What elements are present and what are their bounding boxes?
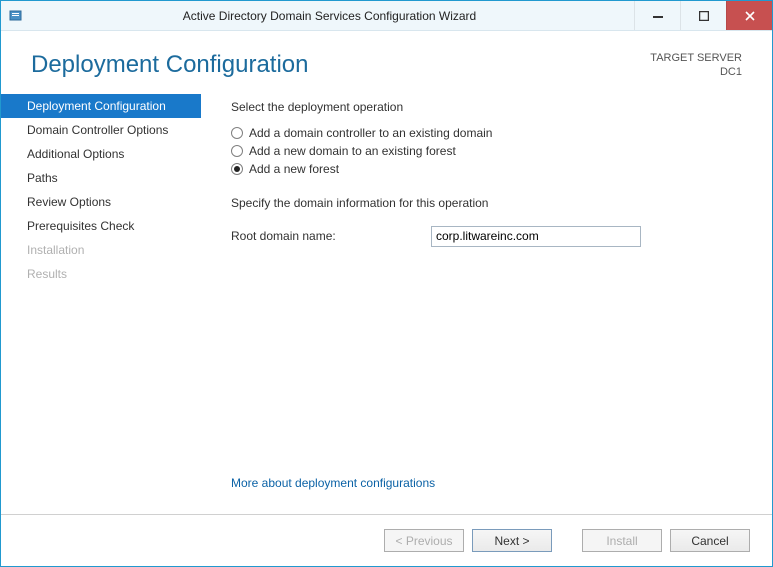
footer: < Previous Next > Install Cancel [1, 514, 772, 566]
nav-domain-controller-options[interactable]: Domain Controller Options [1, 118, 201, 142]
close-button[interactable] [726, 1, 772, 30]
minimize-button[interactable] [634, 1, 680, 30]
nav-prerequisites-check[interactable]: Prerequisites Check [1, 214, 201, 238]
wizard-window: Active Directory Domain Services Configu… [0, 0, 773, 567]
radio-icon [231, 127, 243, 139]
maximize-button[interactable] [680, 1, 726, 30]
install-button: Install [582, 529, 662, 552]
app-icon [9, 8, 25, 24]
header-row: Deployment Configuration TARGET SERVER D… [1, 31, 772, 90]
radio-icon [231, 145, 243, 157]
nav-results: Results [1, 262, 201, 286]
operation-option-label: Add a new forest [249, 162, 339, 176]
cancel-button[interactable]: Cancel [670, 529, 750, 552]
nav-paths[interactable]: Paths [1, 166, 201, 190]
nav-installation: Installation [1, 238, 201, 262]
nav-deployment-configuration[interactable]: Deployment Configuration [1, 94, 201, 118]
root-domain-label: Root domain name: [231, 229, 431, 243]
page-title: Deployment Configuration [31, 51, 309, 79]
body: Deployment Configuration TARGET SERVER D… [1, 31, 772, 566]
radio-icon [231, 163, 243, 175]
nav-additional-options[interactable]: Additional Options [1, 142, 201, 166]
help-link[interactable]: More about deployment configurations [231, 466, 742, 504]
operation-option-add-domain[interactable]: Add a new domain to an existing forest [231, 144, 742, 158]
nav-review-options[interactable]: Review Options [1, 190, 201, 214]
domain-info-heading: Specify the domain information for this … [231, 196, 742, 210]
content-pane: Select the deployment operation Add a do… [201, 90, 772, 514]
root-domain-row: Root domain name: [231, 226, 742, 247]
target-server-block: TARGET SERVER DC1 [650, 51, 742, 80]
previous-button: < Previous [384, 529, 464, 552]
root-domain-input[interactable] [431, 226, 641, 247]
operation-heading: Select the deployment operation [231, 100, 742, 114]
operation-option-new-forest[interactable]: Add a new forest [231, 162, 742, 176]
target-server-label: TARGET SERVER [650, 51, 742, 65]
operation-option-label: Add a new domain to an existing forest [249, 144, 456, 158]
target-server-value: DC1 [650, 65, 742, 79]
window-controls [634, 1, 772, 30]
titlebar: Active Directory Domain Services Configu… [1, 1, 772, 31]
middle-row: Deployment Configuration Domain Controll… [1, 90, 772, 514]
next-button[interactable]: Next > [472, 529, 552, 552]
wizard-nav: Deployment Configuration Domain Controll… [1, 90, 201, 514]
operation-option-add-dc[interactable]: Add a domain controller to an existing d… [231, 126, 742, 140]
operation-option-label: Add a domain controller to an existing d… [249, 126, 492, 140]
window-title: Active Directory Domain Services Configu… [25, 9, 634, 23]
